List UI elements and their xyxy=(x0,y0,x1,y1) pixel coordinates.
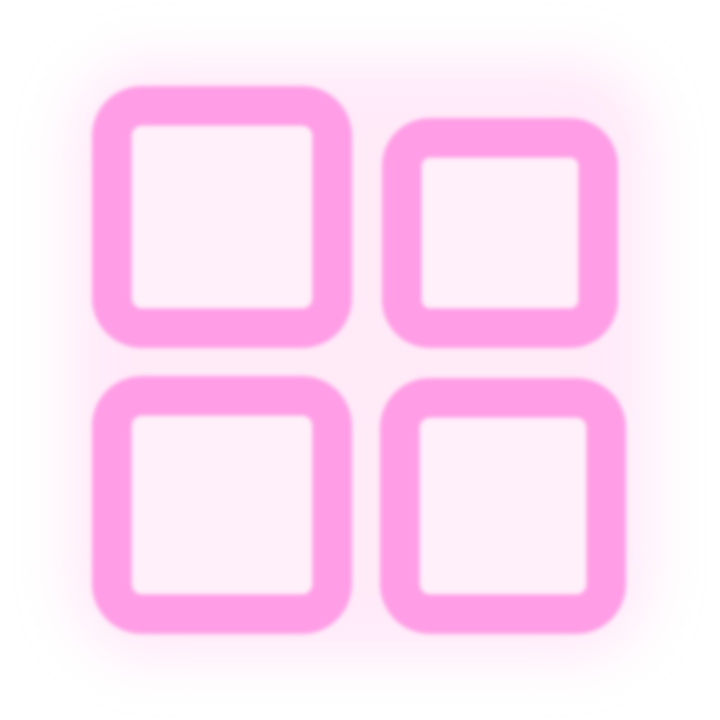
grid-tile-bottom-right xyxy=(380,378,626,634)
grid-tile-top-right xyxy=(382,118,618,348)
grid-view-icon[interactable] xyxy=(0,0,720,720)
grid-tile-top-left xyxy=(92,86,352,348)
icon-canvas xyxy=(0,0,720,720)
grid-tile-bottom-left xyxy=(92,376,352,634)
